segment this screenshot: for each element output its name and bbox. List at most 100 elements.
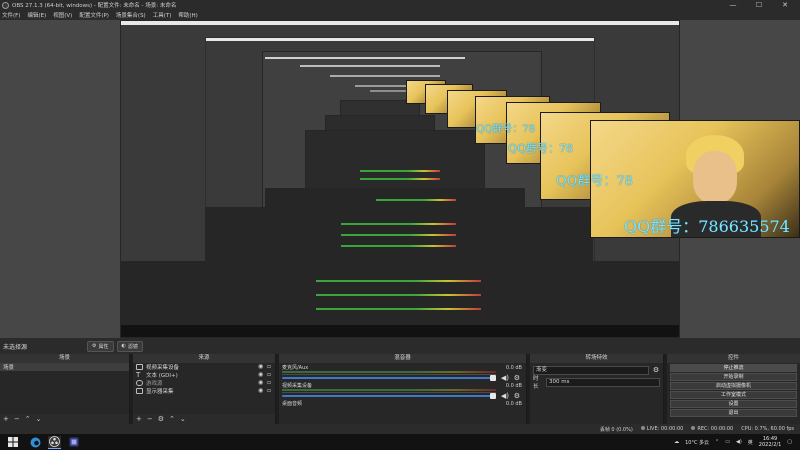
lock-icon[interactable]: ▫	[267, 364, 273, 370]
move-down-button[interactable]: ⌄	[36, 415, 42, 423]
menu-view[interactable]: 视图(V)	[53, 11, 72, 19]
volume-slider[interactable]	[282, 377, 496, 379]
monitor-icon	[136, 388, 143, 394]
stop-streaming-button[interactable]: 停止推流	[670, 364, 797, 372]
source-item[interactable]: 视频采集设备 ◉ ▫	[133, 363, 275, 371]
camera-icon	[136, 364, 143, 370]
source-toolbar: 未选择源 ⚙ 属性 ◐ 滤镜	[0, 338, 800, 354]
menu-edit[interactable]: 编辑(E)	[27, 11, 46, 19]
filters-button[interactable]: ◐ 滤镜	[116, 340, 143, 352]
notification-icon[interactable]: ▢	[787, 439, 792, 445]
system-tray: ☁ 10°C 多云 ⌃ ▭ ◀) 英 16:49 2022/2/1 ▢	[674, 434, 792, 450]
source-item[interactable]: T 文本 (GDI+) ◉ ▫	[133, 371, 275, 380]
text-icon: T	[136, 371, 141, 379]
ime-indicator[interactable]: 英	[748, 439, 753, 446]
lock-icon[interactable]: ▫	[267, 380, 273, 386]
maximize-button[interactable]: ☐	[746, 0, 772, 10]
overlay-text: QQ群号：786635574	[624, 217, 790, 236]
app-taskbar-icon[interactable]	[67, 436, 80, 449]
studio-mode-button[interactable]: 工作室模式	[670, 391, 797, 399]
eye-icon[interactable]: ◉	[258, 388, 264, 394]
sources-header: 来源	[133, 354, 275, 363]
menu-file[interactable]: 文件(F)	[2, 11, 20, 19]
mixer-panel: 混音器 麦克风/Aux 0.0 dB ◀) ⚙ 视频采集设备 0.0 dB ◀)…	[279, 354, 527, 424]
obs-taskbar-icon[interactable]	[48, 435, 61, 449]
level-meter	[282, 371, 496, 373]
mixer-header: 混音器	[279, 354, 526, 363]
transitions-header: 转场特效	[530, 354, 663, 363]
duration-label: 时长	[533, 376, 539, 390]
overlay-text: QQ群号：78	[508, 142, 574, 155]
duration-input[interactable]: 300 ms	[546, 377, 660, 387]
eye-icon[interactable]: ◉	[258, 380, 264, 386]
sources-panel: 来源 视频采集设备 ◉ ▫ T 文本 (GDI+) ◉ ▫ 游戏源 ◉ ▫ 显示…	[133, 354, 276, 424]
track-name: 视频采集设备	[282, 383, 313, 389]
preview-canvas[interactable]: QQ群号：78 QQ群号：78 QQ群号：78 QQ群号：786635574	[0, 20, 800, 338]
transition-select[interactable]: 渐变	[533, 365, 649, 375]
speaker-icon[interactable]: ◀)	[501, 392, 509, 400]
cloud-icon: ☁	[674, 439, 680, 445]
volume-slider-handle[interactable]	[490, 375, 496, 381]
lock-icon[interactable]: ▫	[267, 388, 273, 394]
settings-button[interactable]: 设置	[670, 400, 797, 408]
tray-arrow-icon[interactable]: ⌃	[715, 439, 719, 445]
scenes-panel: 场景 场景 + − ⌃ ⌄	[0, 354, 130, 424]
sources-footer: + − ⚙ ⌃ ⌄	[133, 414, 275, 424]
dropped-frames: 丢帧 0 (0.0%)	[599, 426, 633, 433]
remove-scene-button[interactable]: −	[14, 415, 20, 423]
speaker-icon[interactable]: ◀)	[501, 374, 509, 382]
properties-button[interactable]: ⚙ 属性	[87, 340, 114, 352]
eye-icon[interactable]: ◉	[258, 364, 264, 370]
gear-icon[interactable]: ⚙	[514, 374, 520, 382]
menu-help[interactable]: 帮助(H)	[178, 11, 197, 19]
move-up-button[interactable]: ⌃	[25, 415, 31, 423]
scene-item[interactable]: 场景	[0, 363, 129, 371]
menu-scene-collection[interactable]: 场景集合(S)	[116, 11, 146, 19]
add-source-button[interactable]: +	[136, 415, 142, 423]
source-settings-button[interactable]: ⚙	[158, 415, 164, 423]
track-db: 0.0 dB	[505, 401, 522, 407]
network-icon[interactable]: ▭	[725, 439, 730, 445]
start-recording-button[interactable]: 开始录制	[670, 373, 797, 381]
eye-icon[interactable]: ◉	[258, 372, 264, 378]
selected-source-label: 未选择源	[3, 343, 28, 351]
volume-slider[interactable]	[282, 395, 496, 397]
minimize-button[interactable]: —	[720, 0, 746, 10]
live-status: LIVE: 00:00:00	[640, 426, 683, 432]
volume-slider-handle[interactable]	[490, 393, 496, 399]
mixer-track: 麦克风/Aux 0.0 dB ◀) ⚙	[279, 364, 526, 382]
close-button[interactable]: ✕	[772, 0, 798, 10]
controls-header: 控件	[667, 354, 800, 363]
volume-icon[interactable]: ◀)	[736, 439, 742, 445]
menu-profile[interactable]: 配置文件(P)	[79, 11, 109, 19]
remove-source-button[interactable]: −	[147, 415, 153, 423]
menu-tools[interactable]: 工具(T)	[153, 11, 172, 19]
gear-icon: ⚙	[92, 343, 97, 349]
window-title: OBS 27.1.3 (64-bit, windows) - 配置文件: 未命名…	[12, 3, 177, 9]
overlay-text: QQ群号：78	[476, 124, 536, 135]
gear-icon[interactable]: ⚙	[652, 366, 660, 374]
obs-logo-icon	[2, 1, 9, 9]
mixer-track: 视频采集设备 0.0 dB ◀) ⚙	[279, 382, 526, 400]
exit-button[interactable]: 退出	[670, 409, 797, 417]
clock[interactable]: 16:49 2022/2/1	[759, 436, 781, 448]
filter-icon: ◐	[121, 343, 126, 349]
taskbar: ☁ 10°C 多云 ⌃ ▭ ◀) 英 16:49 2022/2/1 ▢	[0, 434, 800, 450]
gamepad-icon	[136, 380, 143, 386]
lock-icon[interactable]: ▫	[267, 372, 273, 378]
cpu-status: CPU: 0.7%, 60.00 fps	[741, 426, 794, 432]
windows-start-icon[interactable]	[6, 436, 19, 449]
title-bar: OBS 27.1.3 (64-bit, windows) - 配置文件: 未命名…	[0, 0, 800, 10]
move-up-button[interactable]: ⌃	[169, 415, 175, 423]
source-item[interactable]: 游戏源 ◉ ▫	[133, 379, 275, 387]
level-meter	[282, 389, 496, 391]
gear-icon[interactable]: ⚙	[514, 392, 520, 400]
move-down-button[interactable]: ⌄	[180, 415, 186, 423]
scenes-header: 场景	[0, 354, 129, 363]
weather-text[interactable]: 10°C 多云	[685, 439, 709, 446]
start-virtual-camera-button[interactable]: 启动虚拟摄像机	[670, 382, 797, 390]
rec-status: REC: 00:00:00	[691, 426, 733, 432]
source-item[interactable]: 显示器采集 ◉ ▫	[133, 387, 275, 395]
add-scene-button[interactable]: +	[3, 415, 9, 423]
edge-browser-icon[interactable]	[29, 436, 42, 449]
